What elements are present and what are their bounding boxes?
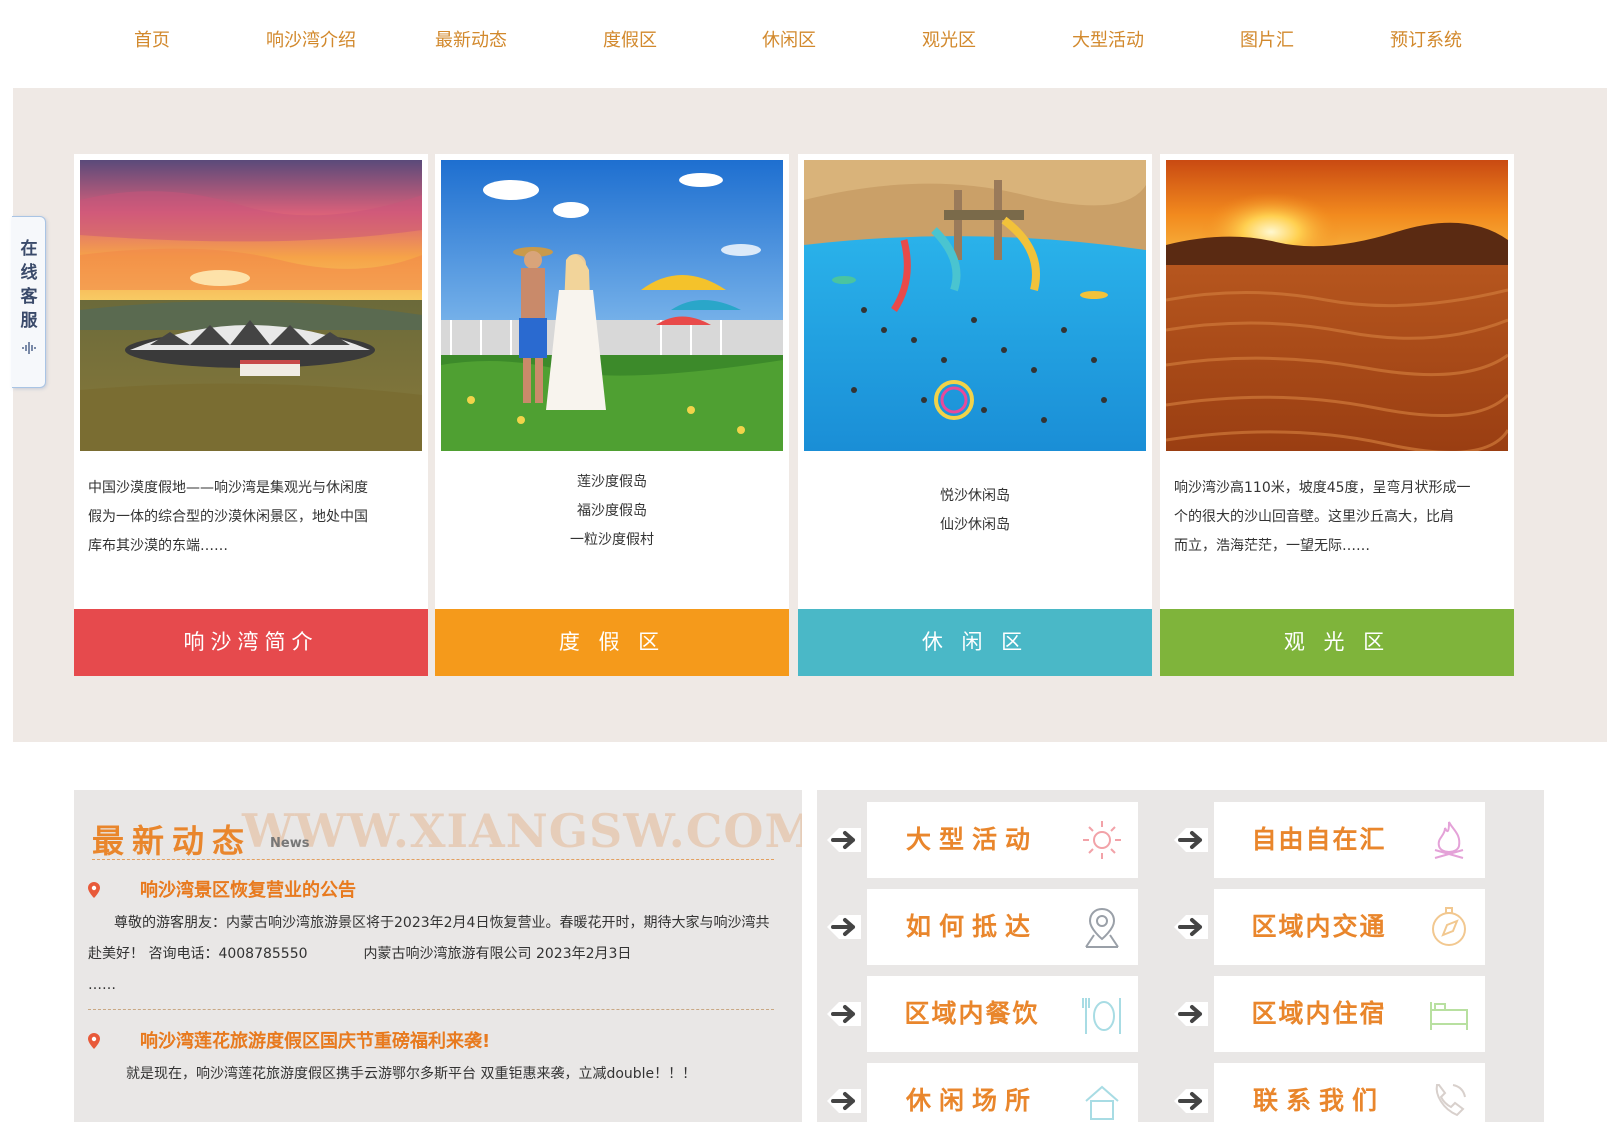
arrow-right-icon xyxy=(827,1089,861,1113)
resort-button[interactable]: 度 假 区 xyxy=(435,609,789,676)
news-title-link[interactable]: 响沙湾莲花旅游度假区国庆节重磅福利来袭! xyxy=(140,1027,490,1053)
quick-link-1[interactable]: 大型活动 xyxy=(823,802,1138,878)
description-line: 莲沙度假岛 xyxy=(577,474,647,490)
description-line: 一粒沙度假村 xyxy=(570,532,654,548)
photo-water-park[interactable] xyxy=(804,160,1146,451)
photo-desert-sunset[interactable] xyxy=(1166,160,1508,451)
card-resort-description: 莲沙度假岛 福沙度假岛 一粒沙度假村 xyxy=(435,474,789,602)
news-summary: 尊敬的游客朋友：内蒙古响沙湾旅游景区将于2023年2月4日恢复营业。春暖花开时，… xyxy=(88,908,778,1001)
news-header: WWW.XIANGSW.COM 最新动态 News xyxy=(92,804,802,860)
nav-booking[interactable]: 预订系统 xyxy=(1351,26,1501,56)
signal-icon xyxy=(22,342,36,354)
quick-link-7[interactable]: 休闲场所 xyxy=(823,1063,1138,1122)
nav-home[interactable]: 首页 xyxy=(77,26,227,56)
nav-gallery[interactable]: 图片汇 xyxy=(1192,26,1342,56)
arrow-right-icon xyxy=(827,828,861,852)
description-line: 个的很大的沙山回音壁。这里沙丘高大，比肩 xyxy=(1174,509,1454,525)
news-summary-text: 尊敬的游客朋友：内蒙古响沙湾旅游景区将于2023年2月4日恢复营业。春暖花开时，… xyxy=(88,915,770,962)
compass-icon xyxy=(1432,907,1466,946)
quick-link-label: 区域内餐饮 xyxy=(904,999,1040,1028)
location-pin-icon xyxy=(88,1033,100,1049)
arrow-right-icon xyxy=(1174,915,1208,939)
nav-sightseeing[interactable]: 观光区 xyxy=(874,26,1024,56)
latest-news-panel: WWW.XIANGSW.COM 最新动态 News 响沙湾景区恢复营业的公告 尊… xyxy=(74,790,802,1122)
online-service-tab[interactable]: 在线客服 xyxy=(12,216,46,388)
description-line: 假为一体的综合型的沙漠休闲景区，地处中国 xyxy=(88,509,368,525)
description-line: 福沙度假岛 xyxy=(577,503,647,519)
description-line: 响沙湾沙高110米，坡度45度，呈弯月状形成一 xyxy=(1174,480,1471,496)
quick-link-label: 大型活动 xyxy=(905,825,1038,854)
description-line: 而立，浩海茫茫，一望无际…… xyxy=(1174,538,1370,554)
quick-link-3[interactable]: 如何抵达 xyxy=(823,889,1138,965)
quick-link-label: 联系我们 xyxy=(1252,1086,1385,1115)
arrow-right-icon xyxy=(1174,828,1208,852)
card-leisure: 悦沙休闲岛 仙沙休闲岛 休 闲 区 xyxy=(798,154,1152,676)
description-line: 中国沙漠度假地——响沙湾是集观光与休闲度 xyxy=(88,480,368,496)
quick-link-label: 区域内住宿 xyxy=(1251,999,1387,1028)
quick-link-4[interactable]: 区域内交通 xyxy=(1170,889,1485,965)
location-pin-icon xyxy=(88,882,100,898)
quick-link-face: 如何抵达 xyxy=(867,889,1138,965)
photo-yurt-camp-sunset[interactable] xyxy=(80,160,422,451)
description-line: 库布其沙漠的东端…… xyxy=(88,538,228,554)
quick-link-face: 休闲场所 xyxy=(867,1063,1138,1122)
nav-resort[interactable]: 度假区 xyxy=(555,26,705,56)
sun-icon xyxy=(1083,821,1121,859)
card-intro-description: 中国沙漠度假地——响沙湾是集观光与休闲度 假为一体的综合型的沙漠休闲景区，地处中… xyxy=(88,474,418,602)
quick-link-8[interactable]: 联系我们 xyxy=(1170,1063,1485,1122)
card-sightseeing-description: 响沙湾沙高110米，坡度45度，呈弯月状形成一 个的很大的沙山回音壁。这里沙丘高… xyxy=(1174,474,1504,602)
sightseeing-button[interactable]: 观 光 区 xyxy=(1160,609,1514,676)
online-service-label: 在线客服 xyxy=(20,239,38,331)
map-pin-icon xyxy=(1085,907,1119,948)
card-intro: 中国沙漠度假地——响沙湾是集观光与休闲度 假为一体的综合型的沙漠休闲景区，地处中… xyxy=(74,154,428,676)
arrow-right-icon xyxy=(827,1002,861,1026)
arrow-right-icon xyxy=(827,915,861,939)
featured-section: 中国沙漠度假地——响沙湾是集观光与休闲度 假为一体的综合型的沙漠休闲景区，地处中… xyxy=(13,88,1607,742)
card-leisure-description: 悦沙休闲岛 仙沙休闲岛 xyxy=(798,474,1152,602)
quick-link-face: 区域内住宿 xyxy=(1214,976,1485,1052)
quick-link-face: 联系我们 xyxy=(1214,1063,1485,1122)
phone-icon xyxy=(1435,1084,1466,1117)
quick-link-face: 区域内餐饮 xyxy=(867,976,1138,1052)
utensils-icon xyxy=(1082,998,1121,1034)
card-sightseeing: 响沙湾沙高110米，坡度45度，呈弯月状形成一 个的很大的沙山回音壁。这里沙丘高… xyxy=(1160,154,1514,676)
description-line: 悦沙休闲岛 xyxy=(940,488,1010,504)
news-more-ellipsis[interactable]: …… xyxy=(88,977,116,993)
nav-leisure[interactable]: 休闲区 xyxy=(714,26,864,56)
quick-link-label: 区域内交通 xyxy=(1251,912,1387,941)
arrow-right-icon xyxy=(1174,1002,1208,1026)
quick-link-label: 休闲场所 xyxy=(905,1086,1038,1115)
nav-about[interactable]: 响沙湾介绍 xyxy=(236,26,386,56)
site-watermark: WWW.XIANGSW.COM xyxy=(242,804,802,858)
card-resort: 莲沙度假岛 福沙度假岛 一粒沙度假村 度 假 区 xyxy=(435,154,789,676)
quick-link-label: 如何抵达 xyxy=(905,912,1038,941)
description-line: 仙沙休闲岛 xyxy=(940,517,1010,533)
page: 首页 响沙湾介绍 最新动态 度假区 休闲区 观光区 大型活动 图片汇 预订系统 xyxy=(0,0,1607,1122)
quick-link-face: 大型活动 xyxy=(867,802,1138,878)
nav-events[interactable]: 大型活动 xyxy=(1033,26,1183,56)
flame-icon xyxy=(1434,821,1464,859)
bed-icon xyxy=(1430,1002,1468,1030)
arrow-right-icon xyxy=(1174,1089,1208,1113)
quick-links-panel: 大型活动 自由自在汇如何抵达 区域内交通区域内餐饮 区域内住宿休闲场所 联系我们 xyxy=(817,790,1544,1122)
quick-link-6[interactable]: 区域内住宿 xyxy=(1170,976,1485,1052)
news-summary: 就是现在，响沙湾莲花旅游度假区携手云游鄂尔多斯平台 双重钜惠来袭，立减doubl… xyxy=(126,1066,697,1082)
quick-link-face: 区域内交通 xyxy=(1214,889,1485,965)
photo-resort-couple[interactable] xyxy=(441,160,783,451)
news-title-link[interactable]: 响沙湾景区恢复营业的公告 xyxy=(140,876,356,902)
quick-link-label: 自由自在汇 xyxy=(1251,825,1387,854)
news-subheading: News xyxy=(270,836,310,851)
house-icon xyxy=(1085,1085,1119,1120)
quick-link-face: 自由自在汇 xyxy=(1214,802,1485,878)
leisure-button[interactable]: 休 闲 区 xyxy=(798,609,1152,676)
nav-latest-news[interactable]: 最新动态 xyxy=(396,26,546,56)
intro-button[interactable]: 响沙湾简介 xyxy=(74,609,428,676)
news-heading: 最新动态 xyxy=(92,822,253,860)
news-divider xyxy=(88,1009,774,1010)
quick-link-2[interactable]: 自由自在汇 xyxy=(1170,802,1485,878)
top-navigation: 首页 响沙湾介绍 最新动态 度假区 休闲区 观光区 大型活动 图片汇 预订系统 xyxy=(0,0,1607,88)
quick-link-5[interactable]: 区域内餐饮 xyxy=(823,976,1138,1052)
